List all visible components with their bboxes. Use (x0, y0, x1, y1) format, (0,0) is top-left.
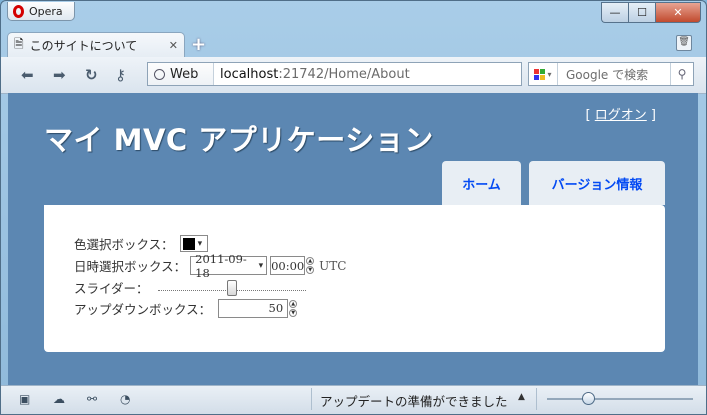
status-up-icon[interactable]: ▲ (518, 392, 525, 402)
google-icon (534, 68, 546, 80)
color-swatch (182, 237, 195, 250)
status-divider (536, 388, 537, 410)
speed-dial-icon[interactable]: ◔ (120, 393, 134, 405)
reload-icon[interactable]: ↻ (85, 66, 98, 84)
slider-row: スライダー： (74, 278, 306, 297)
address-badge[interactable]: Web (148, 63, 214, 85)
app-title: マイ MVC アプリケーション (44, 123, 434, 157)
page-viewport: [ ログオン ] マイ MVC アプリケーション ホーム バージョン情報 色選択… (8, 93, 698, 385)
login-bracket-open: [ (585, 108, 595, 123)
login-area: [ ログオン ] (586, 104, 656, 123)
forward-icon[interactable]: ➡ (53, 66, 66, 84)
time-input[interactable]: 00:00 (270, 256, 306, 275)
tab-bar: 🗎 このサイトについて ✕ + 🗑 (1, 29, 706, 57)
title-bar: Opera — ☐ ✕ (1, 1, 706, 27)
date-value: 2011-09-18 (195, 251, 247, 280)
main-content: 色選択ボックス： ▾ 日時選択ボックス： 2011-09-18 ▾ 00:00 … (44, 205, 665, 352)
number-spinner[interactable]: ▲ ▼ (289, 299, 298, 318)
new-tab-button[interactable]: + (191, 36, 209, 54)
opera-menu-button[interactable]: Opera (7, 2, 75, 21)
navigation-toolbar: ⬅ ➡ ↻ ⚷ Web localhost:21742/Home/About ▾… (1, 57, 706, 94)
updown-row: アップダウンボックス： 50 ▲ ▼ (74, 299, 298, 318)
tab-about[interactable]: 🗎 このサイトについて ✕ (7, 32, 185, 57)
slider-thumb[interactable] (226, 279, 237, 296)
login-bracket-close: ] (646, 108, 656, 123)
key-icon[interactable]: ⚷ (115, 66, 126, 84)
search-icon[interactable]: ⚲ (670, 63, 693, 85)
color-picker[interactable]: ▾ (179, 235, 208, 252)
status-bar: ▣ ☁ ⚯ ◔ アップデートの準備ができました ▲ (1, 385, 706, 414)
timezone-label: UTC (319, 258, 347, 273)
search-engine-selector[interactable]: ▾ (529, 63, 558, 85)
url-path: :21742/Home/About (278, 66, 410, 82)
color-label: 色選択ボックス： (74, 237, 174, 252)
slider-label: スライダー： (74, 281, 149, 296)
minimize-button[interactable]: — (601, 2, 628, 23)
spin-down-icon[interactable]: ▼ (306, 265, 315, 274)
menu-item-about[interactable]: バージョン情報 (529, 161, 665, 205)
color-row: 色選択ボックス： ▾ (74, 234, 208, 253)
address-badge-label: Web (170, 66, 199, 82)
url-host: localhost (220, 66, 279, 82)
maximize-button[interactable]: ☐ (628, 2, 655, 23)
login-link[interactable]: ログオン (595, 108, 647, 123)
share-icon[interactable]: ⚯ (87, 393, 101, 405)
zoom-slider-track[interactable] (547, 398, 693, 400)
close-button[interactable]: ✕ (655, 2, 701, 23)
zoom-slider-thumb[interactable] (582, 392, 595, 405)
opera-menu-label: Opera (29, 4, 63, 18)
date-picker[interactable]: 2011-09-18 ▾ (190, 252, 268, 280)
chevron-down-icon: ▾ (258, 260, 264, 271)
range-slider[interactable] (157, 279, 306, 296)
url-text[interactable]: localhost:21742/Home/About (214, 67, 410, 82)
cloud-icon[interactable]: ☁ (53, 393, 67, 405)
datetime-label: 日時選択ボックス： (74, 259, 187, 274)
trash-icon[interactable]: 🗑 (676, 35, 692, 51)
opera-logo-icon (13, 4, 24, 18)
tab-label: このサイトについて (29, 38, 138, 53)
back-icon[interactable]: ⬅ (21, 66, 34, 84)
browser-window: Opera — ☐ ✕ 🗎 このサイトについて ✕ + 🗑 ⬅ ➡ ↻ ⚷ We… (0, 0, 707, 415)
search-input[interactable]: Google で検索 (558, 66, 670, 83)
spin-up-icon[interactable]: ▲ (289, 299, 298, 308)
window-controls: — ☐ ✕ (601, 2, 701, 23)
status-message: アップデートの準備ができました (320, 394, 508, 409)
datetime-row: 日時選択ボックス： 2011-09-18 ▾ 00:00 ▲ ▼ UTC (74, 252, 347, 280)
chevron-down-icon: ▾ (547, 69, 552, 79)
spin-down-icon[interactable]: ▼ (289, 308, 298, 317)
globe-icon (154, 68, 165, 80)
panel-icon[interactable]: ▣ (19, 393, 33, 405)
address-bar[interactable]: Web localhost:21742/Home/About (147, 62, 522, 86)
search-box[interactable]: ▾ Google で検索 ⚲ (528, 62, 694, 86)
chevron-down-icon: ▾ (197, 238, 203, 249)
tab-close-icon[interactable]: ✕ (169, 39, 178, 52)
number-input[interactable]: 50 (218, 299, 289, 318)
status-divider (311, 388, 312, 410)
spin-up-icon[interactable]: ▲ (306, 256, 315, 265)
time-spinner[interactable]: ▲ ▼ (306, 256, 315, 275)
menu-item-home[interactable]: ホーム (442, 161, 521, 205)
page-icon: 🗎 (14, 36, 24, 51)
updown-label: アップダウンボックス： (74, 302, 212, 317)
